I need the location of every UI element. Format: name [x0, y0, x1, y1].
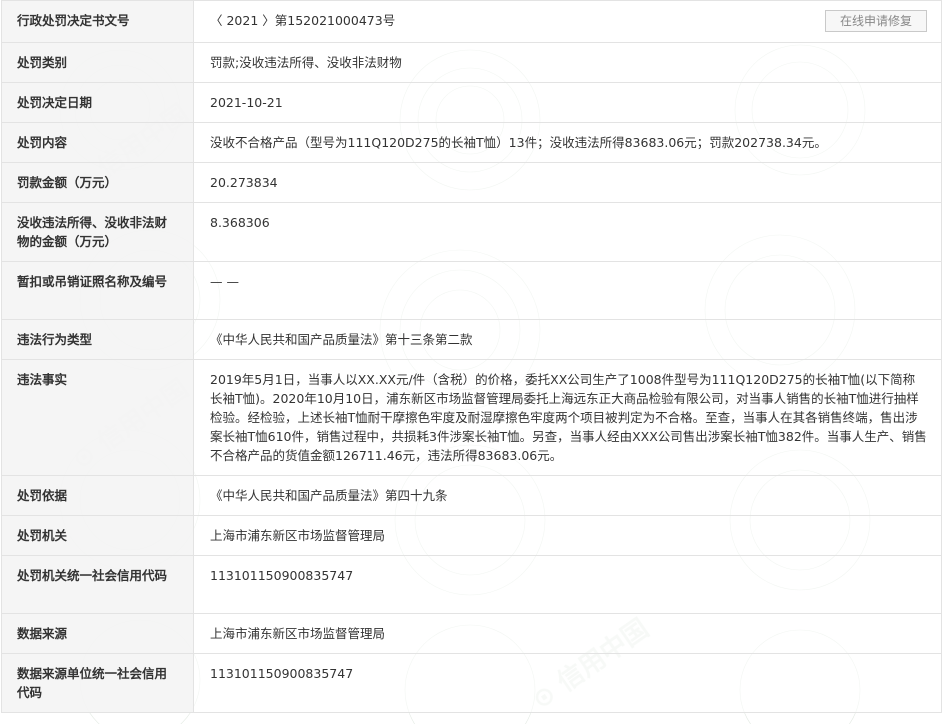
table-row: 行政处罚决定书文号 〈 2021 〉第152021000473号 在线申请修复	[1, 0, 942, 43]
field-value: 20.273834	[193, 162, 942, 203]
field-value-doc-number: 〈 2021 〉第152021000473号 在线申请修复	[193, 0, 942, 43]
field-label: 数据来源单位统一社会信用代码	[1, 653, 194, 713]
table-row: 数据来源单位统一社会信用代码 113101150900835747	[1, 653, 942, 713]
field-label: 没收违法所得、没收非法财物的金额（万元）	[1, 202, 194, 262]
table-row: 罚款金额（万元） 20.273834	[1, 162, 942, 203]
field-label: 违法事实	[1, 359, 194, 476]
table-row: 违法事实 2019年5月1日，当事人以XX.XX元/件（含税）的价格，委托XX公…	[1, 359, 942, 476]
field-value: 没收不合格产品（型号为111Q120D275的长袖T恤）13件；没收违法所得83…	[193, 122, 942, 163]
field-value: 《中华人民共和国产品质量法》第四十九条	[193, 475, 942, 516]
field-label: 处罚依据	[1, 475, 194, 516]
field-label: 数据来源	[1, 613, 194, 654]
table-row: 没收违法所得、没收非法财物的金额（万元） 8.368306	[1, 202, 942, 262]
online-repair-button[interactable]: 在线申请修复	[825, 10, 927, 32]
table-row: 处罚类别 罚款;没收违法所得、没收非法财物	[1, 42, 942, 83]
field-value: — —	[193, 261, 942, 320]
table-row: 数据来源 上海市浦东新区市场监督管理局	[1, 613, 942, 654]
table-row: 处罚内容 没收不合格产品（型号为111Q120D275的长袖T恤）13件；没收违…	[1, 122, 942, 163]
table-row: 处罚决定日期 2021-10-21	[1, 82, 942, 123]
field-label: 处罚机关	[1, 515, 194, 556]
table-row: 违法行为类型 《中华人民共和国产品质量法》第十三条第二款	[1, 319, 942, 360]
field-label: 处罚决定日期	[1, 82, 194, 123]
field-value: 《中华人民共和国产品质量法》第十三条第二款	[193, 319, 942, 360]
doc-number-text: 〈 2021 〉第152021000473号	[210, 13, 396, 28]
field-label: 处罚内容	[1, 122, 194, 163]
field-value: 上海市浦东新区市场监督管理局	[193, 613, 942, 654]
field-value: 8.368306	[193, 202, 942, 262]
field-label: 处罚机关统一社会信用代码	[1, 555, 194, 614]
table-row: 处罚机关 上海市浦东新区市场监督管理局	[1, 515, 942, 556]
table-row: 处罚依据 《中华人民共和国产品质量法》第四十九条	[1, 475, 942, 516]
table-row: 暂扣或吊销证照名称及编号 — —	[1, 261, 942, 320]
field-value: 2021-10-21	[193, 82, 942, 123]
field-label: 暂扣或吊销证照名称及编号	[1, 261, 194, 320]
field-value: 113101150900835747	[193, 653, 942, 713]
table-row: 处罚机关统一社会信用代码 11310115090083574​7	[1, 555, 942, 614]
penalty-record-table: 行政处罚决定书文号 〈 2021 〉第152021000473号 在线申请修复 …	[1, 0, 942, 713]
field-value-facts: 2019年5月1日，当事人以XX.XX元/件（含税）的价格，委托XX公司生产了1…	[193, 359, 942, 476]
field-label: 行政处罚决定书文号	[1, 0, 194, 43]
field-label: 违法行为类型	[1, 319, 194, 360]
field-label: 处罚类别	[1, 42, 194, 83]
field-label: 罚款金额（万元）	[1, 162, 194, 203]
field-value: 罚款;没收违法所得、没收非法财物	[193, 42, 942, 83]
field-value: 上海市浦东新区市场监督管理局	[193, 515, 942, 556]
field-value: 11310115090083574​7	[193, 555, 942, 614]
